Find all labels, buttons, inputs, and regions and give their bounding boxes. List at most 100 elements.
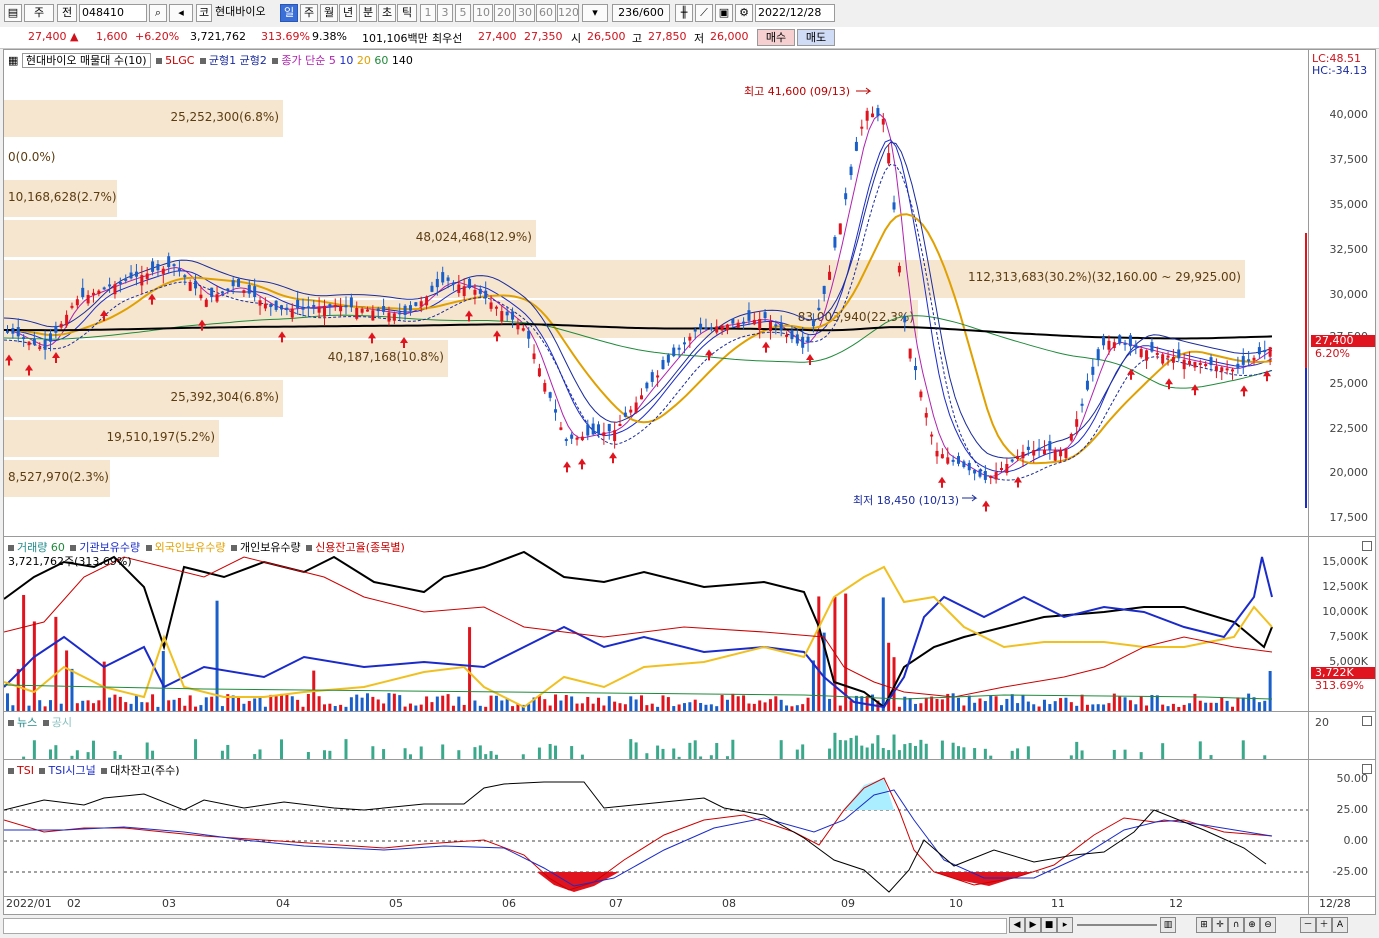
legend-ma5[interactable]: 종가 단순 5: [281, 54, 335, 67]
interval-3[interactable]: 3: [437, 4, 453, 22]
volume-bar: [742, 695, 746, 711]
volume-bar: [1032, 704, 1036, 711]
bottom-bar: ◀ ▶ ■ ▸ ▥ ⊞ ✛ ∩ ⊕ ⊖ － ＋ A: [0, 915, 1379, 938]
period-tick[interactable]: 틱: [397, 4, 417, 22]
zoom-icon[interactable]: ▥: [1160, 917, 1176, 933]
tsi-panel[interactable]: TSI TSI시그널 대차잔고(주수): [4, 760, 1308, 896]
volume-bar: [81, 700, 85, 711]
legend-loan[interactable]: 대차잔고(주수): [110, 764, 179, 777]
candle-body: [145, 273, 149, 279]
volume-bar: [32, 621, 36, 711]
zoom-slider[interactable]: [1077, 924, 1157, 926]
volume-bar: [881, 597, 885, 711]
news-panel[interactable]: 뉴스 공시: [4, 712, 1308, 759]
candle-body: [1247, 359, 1251, 362]
volume-bar: [140, 702, 144, 711]
stock-code-input[interactable]: 048410: [79, 4, 147, 22]
legend-tsi-signal[interactable]: TSI시그널: [48, 764, 95, 777]
volume-bar: [1010, 694, 1014, 711]
legend-ma60[interactable]: 60: [374, 54, 388, 67]
legend-individual[interactable]: 개인보유수량: [240, 541, 301, 554]
buy-signal-arrow: [806, 354, 814, 365]
period-day[interactable]: 일: [280, 4, 298, 22]
candle-body: [554, 409, 558, 413]
interval-20[interactable]: 20: [494, 4, 514, 22]
volume-bar: [473, 700, 477, 711]
candle-body: [269, 303, 273, 308]
legend-disclosure[interactable]: 공시: [52, 716, 72, 729]
interval-10[interactable]: 10: [473, 4, 493, 22]
volume-bar: [629, 696, 633, 711]
price-chart-svg: [4, 87, 1273, 512]
market-button[interactable]: 코: [196, 4, 212, 22]
sound-icon[interactable]: ◂: [169, 4, 193, 22]
crosshair-icon[interactable]: ✛: [1212, 917, 1228, 933]
chart-settings-icon[interactable]: ▦: [8, 54, 18, 67]
legend-credit[interactable]: 신용잔고율(종목별): [315, 541, 405, 554]
period-year[interactable]: 년: [339, 4, 357, 22]
gear-icon[interactable]: ⚙: [735, 4, 753, 22]
sell-button[interactable]: 매도: [797, 29, 835, 46]
period-month[interactable]: 월: [320, 4, 338, 22]
maximize-icon[interactable]: [1362, 541, 1372, 551]
scroll-right-icon[interactable]: ▶: [1025, 917, 1041, 933]
price-panel[interactable]: 25,252,300(6.8%) 0(0.0%) 10,168,628(2.7%…: [4, 50, 1308, 536]
volume-panel[interactable]: 거래량 60 기관보유수량 외국인보유수량 개인보유수량 신용잔고율(종목별) …: [4, 537, 1308, 711]
volume-axis: 15,000K 12,500K 10,000K 7,500K 5,000K 3,…: [1308, 537, 1376, 711]
font-larger-icon[interactable]: ＋: [1316, 917, 1332, 933]
interval-1[interactable]: 1: [420, 4, 436, 22]
candle-body: [1026, 446, 1030, 450]
stop-icon[interactable]: ■: [1041, 917, 1057, 933]
page-count[interactable]: 236/600: [612, 4, 670, 22]
interval-60[interactable]: 60: [536, 4, 556, 22]
legend-foreign[interactable]: 외국인보유수량: [155, 541, 226, 554]
zoom-out-icon[interactable]: ⊖: [1260, 917, 1276, 933]
interval-5[interactable]: 5: [455, 4, 471, 22]
x-tick: 05: [389, 897, 403, 910]
candle-body: [6, 330, 9, 333]
legend-ma20[interactable]: 20: [357, 54, 371, 67]
magnet-icon[interactable]: ∩: [1228, 917, 1244, 933]
chart-area[interactable]: 25,252,300(6.8%) 0(0.0%) 10,168,628(2.7%…: [3, 49, 1376, 915]
candle-body: [333, 305, 337, 308]
chart-type-icon[interactable]: ⊞: [1196, 917, 1212, 933]
prev-button[interactable]: 전: [57, 4, 77, 22]
date-input[interactable]: 2022/12/28: [755, 4, 835, 22]
legend-news[interactable]: 뉴스: [17, 716, 37, 729]
volume-bar: [494, 695, 498, 711]
legend-5lgc[interactable]: 5LGC: [165, 54, 194, 67]
buy-button[interactable]: 매수: [757, 29, 795, 46]
zoom-in-icon[interactable]: ⊕: [1244, 917, 1260, 933]
volume-bar: [1048, 704, 1052, 711]
volume-bar: [145, 702, 149, 711]
period-minute[interactable]: 분: [359, 4, 377, 22]
font-smaller-icon[interactable]: －: [1300, 917, 1316, 933]
horizontal-scrollbar[interactable]: [3, 918, 1007, 934]
candle-body: [237, 278, 241, 287]
legend-tsi[interactable]: TSI: [17, 764, 34, 777]
stock-legend[interactable]: 현대바이오 매물대 수(10): [21, 53, 151, 68]
candle-body: [967, 462, 971, 471]
legend-ma10[interactable]: 10: [339, 54, 353, 67]
period-second[interactable]: 초: [378, 4, 396, 22]
legend-eq2[interactable]: 균형2: [240, 54, 267, 67]
legend-eq1[interactable]: 균형1: [209, 54, 236, 67]
draw-line-icon[interactable]: ⟋: [695, 4, 713, 22]
save-icon[interactable]: ▣: [715, 4, 733, 22]
search-icon[interactable]: ⌕: [149, 4, 167, 22]
interval-120[interactable]: 120: [557, 4, 579, 22]
news-bar: [661, 748, 665, 759]
interval-30[interactable]: 30: [515, 4, 535, 22]
candle-body: [1010, 459, 1014, 462]
legend-ma140[interactable]: 140: [392, 54, 413, 67]
maximize-icon[interactable]: [1362, 716, 1372, 726]
play-icon[interactable]: ▸: [1057, 917, 1073, 933]
period-week[interactable]: 주: [300, 4, 318, 22]
candle-body: [1193, 361, 1197, 368]
market-select[interactable]: 주: [24, 4, 54, 22]
candle-icon[interactable]: ╫: [675, 4, 693, 22]
layout-icon[interactable]: ▤: [4, 4, 22, 22]
interval-dropdown[interactable]: ▾: [582, 4, 608, 22]
scroll-left-icon[interactable]: ◀: [1009, 917, 1025, 933]
text-size-icon[interactable]: A: [1332, 917, 1348, 933]
